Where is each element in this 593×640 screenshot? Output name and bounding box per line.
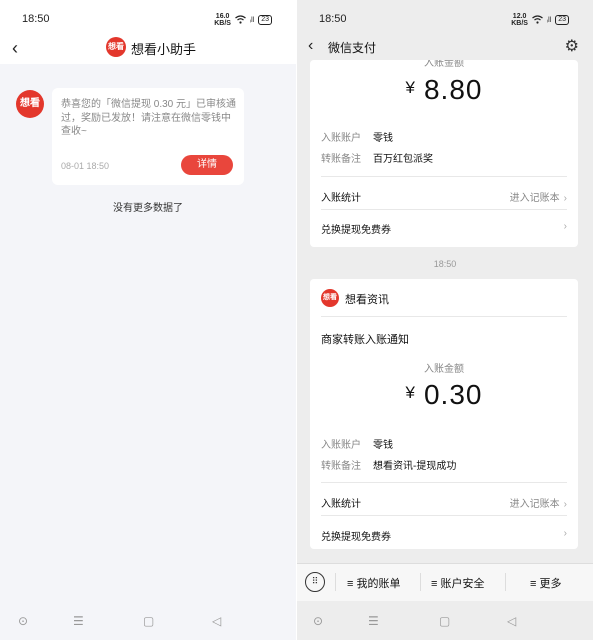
stats-label[interactable]: 入账统计	[321, 495, 361, 510]
divider	[321, 209, 567, 210]
payment-notice-card-1: 入账金额 ¥8.80 入账账户 零钱 转账备注 百万红包派奖 入账统计 进入记账…	[310, 60, 578, 247]
network-speed: 12.0 KB/S	[511, 13, 528, 27]
ledger-link[interactable]: 进入记账本 ›	[510, 189, 567, 204]
merchant-name[interactable]: 想看资讯	[345, 291, 389, 307]
status-icons: 16.0 KB/S ᵢll 23	[214, 13, 272, 27]
status-time: 18:50	[319, 13, 347, 25]
square-icon[interactable]: ▢	[439, 614, 450, 628]
note-value: 百万红包派奖	[373, 154, 433, 165]
divider	[505, 573, 506, 591]
note-key: 转账备注	[321, 154, 361, 165]
ledger-link[interactable]: 进入记账本 ›	[510, 495, 567, 510]
merchant-logo: 想看	[321, 289, 339, 307]
system-nav-bar: ⊙ ☰ ▢ ◁	[297, 604, 593, 640]
chevron-right-icon[interactable]: ›	[560, 528, 567, 539]
page-title: 想看小助手	[131, 42, 197, 57]
signal-icon: ᵢll	[249, 16, 255, 24]
square-icon[interactable]: ▢	[143, 614, 154, 628]
home-circle-icon[interactable]: ⊙	[313, 614, 323, 628]
coupon-label[interactable]: 兑换提现免费券	[321, 528, 391, 543]
menu-icon[interactable]: ☰	[73, 614, 84, 628]
right-phone-screen: 18:50 12.0 KB/S ᵢll 23 ‹ 微信支付 ⚙ 入账金额 ¥8.8…	[297, 0, 593, 640]
notice-title: 商家转账入账通知	[321, 334, 409, 346]
system-nav-bar: ⊙ ☰ ▢ ◁	[0, 604, 296, 640]
status-bar: 18:50 16.0 KB/S ᵢll 23	[0, 0, 296, 36]
amount: ¥0.30	[405, 379, 483, 410]
page-title: 微信支付	[328, 41, 377, 55]
no-more-data-text: 没有更多数据了	[113, 203, 183, 214]
payment-notice-card-2: 想看 想看资讯 商家转账入账通知 入账金额 ¥0.30 入账账户 零钱 转账备注…	[310, 279, 578, 549]
left-phone-screen: 18:50 16.0 KB/S ᵢll 23 ‹ 想看 想看小助手 想看 恭喜您的…	[0, 0, 296, 640]
account-key: 入账账户	[321, 133, 361, 144]
status-icons: 12.0 KB/S ᵢll 23	[511, 13, 569, 27]
account-key: 入账账户	[321, 440, 361, 451]
note-value: 想看资讯-提现成功	[373, 461, 457, 472]
account-value: 零钱	[373, 133, 393, 144]
message-timestamp: 18:50	[433, 259, 457, 269]
home-circle-icon[interactable]: ⊙	[18, 614, 28, 628]
note-key: 转账备注	[321, 461, 361, 472]
message-card[interactable]: 恭喜您的「微信提现 0.30 元」已审核通过，奖励已发放！请注意在微信零钱中查收…	[52, 88, 244, 185]
message-time: 08-01 18:50	[61, 161, 110, 171]
menu-account-security[interactable]: ≡ 账户安全	[431, 575, 484, 591]
wifi-icon	[532, 14, 543, 26]
network-speed: 16.0 KB/S	[214, 13, 231, 27]
amount-label: 入账金额	[424, 60, 464, 69]
status-bar: 18:50 12.0 KB/S ᵢll 23	[297, 0, 593, 36]
gear-icon[interactable]: ⚙	[565, 36, 579, 56]
divider	[321, 176, 567, 177]
account-value: 零钱	[373, 440, 393, 451]
battery-icon: 23	[258, 15, 272, 25]
brand-logo: 想看	[106, 37, 126, 57]
bottom-menu-bar: ⠿ ≡ 我的账单 ≡ 账户安全 ≡ 更多	[297, 563, 593, 601]
chevron-right-icon: ›	[563, 193, 567, 204]
chevron-right-icon: ›	[563, 499, 567, 510]
back-button[interactable]: ‹	[308, 37, 313, 55]
status-time: 18:50	[22, 13, 50, 25]
divider	[321, 482, 567, 483]
amount-label: 入账金额	[424, 364, 464, 375]
stats-label[interactable]: 入账统计	[321, 189, 361, 204]
chevron-right-icon[interactable]: ›	[560, 221, 567, 232]
coupon-label[interactable]: 兑换提现免费券	[321, 221, 391, 236]
signal-icon: ᵢll	[546, 16, 552, 24]
detail-button[interactable]: 详情	[181, 155, 233, 175]
menu-my-bills[interactable]: ≡ 我的账单	[347, 575, 400, 591]
wifi-icon	[235, 14, 246, 26]
divider	[321, 316, 567, 317]
keyboard-icon[interactable]: ⠿	[305, 572, 325, 592]
chat-header: ‹ 想看 想看小助手	[0, 36, 296, 64]
back-button[interactable]: ‹	[12, 38, 18, 59]
menu-icon[interactable]: ☰	[368, 614, 379, 628]
message-text: 恭喜您的「微信提现 0.30 元」已审核通过，奖励已发放！请注意在微信零钱中查收…	[61, 99, 237, 137]
divider	[321, 515, 567, 516]
sender-avatar[interactable]: 想看	[16, 90, 44, 118]
menu-more[interactable]: ≡ 更多	[530, 575, 561, 591]
battery-icon: 23	[555, 15, 569, 25]
back-triangle-icon[interactable]: ◁	[212, 614, 221, 628]
divider	[420, 573, 421, 591]
back-triangle-icon[interactable]: ◁	[507, 614, 516, 628]
amount: ¥8.80	[405, 74, 483, 105]
divider	[335, 573, 336, 591]
